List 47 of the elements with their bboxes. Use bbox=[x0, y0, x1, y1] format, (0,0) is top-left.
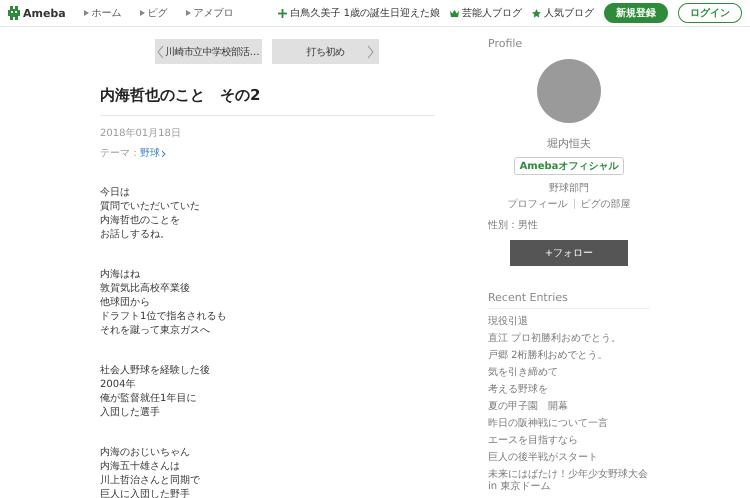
nav-link[interactable]: ピグ bbox=[148, 6, 168, 20]
recent-entry-link[interactable]: 直江 プロ初勝利おめでとう。 bbox=[488, 333, 650, 345]
profile-heading: Profile bbox=[488, 37, 524, 50]
theme-label: テーマ： bbox=[100, 147, 140, 160]
triangle-icon bbox=[84, 10, 89, 16]
recent-entry-link[interactable]: 気を引き締めて bbox=[488, 367, 650, 379]
chevron-left-icon bbox=[157, 44, 164, 58]
profile-category: 野球部門 bbox=[548, 182, 590, 195]
logo-icon[interactable] bbox=[8, 6, 20, 20]
profile-link[interactable]: ピグの部屋 bbox=[580, 197, 630, 211]
official-badge: Amebaオフィシャル bbox=[514, 157, 624, 175]
profile-link[interactable]: プロフィール bbox=[508, 197, 568, 211]
recent-entry-link[interactable]: 戸郷 2桁勝利おめでとう。 bbox=[488, 350, 650, 362]
article-paragraph: 社会人野球を経験した後 2004年 俺が監督就任1年目に 入団した選手 bbox=[100, 364, 211, 420]
chevron-right-icon bbox=[162, 150, 166, 156]
register-button[interactable]: 新規登録 bbox=[604, 3, 668, 23]
login-button[interactable]: ログイン bbox=[678, 3, 742, 23]
theme-link[interactable]: 野球 bbox=[140, 146, 166, 160]
recent-entry-link[interactable]: 昨日の阪神戦について一言 bbox=[488, 418, 650, 430]
article-paragraph: 今日は 質問でいただいていた 内海哲也のことを お話しするね。 bbox=[100, 186, 201, 242]
article-title: 内海哲也のこと その2 bbox=[100, 86, 435, 116]
chevron-right-icon bbox=[367, 45, 374, 59]
crown-icon bbox=[450, 8, 459, 18]
logo-text[interactable]: Ameba bbox=[23, 6, 66, 20]
header-link[interactable]: 白鳥久美子 1歳の誕生日迎えた娘 bbox=[290, 6, 440, 20]
next-entry-button[interactable]: 打ち初め bbox=[272, 39, 379, 64]
previous-entry-button[interactable]: 川崎市立中学校部活… bbox=[155, 39, 262, 64]
triangle-icon bbox=[140, 10, 145, 16]
article-date: 2018年01月18日 bbox=[100, 127, 182, 140]
recent-entry-link[interactable]: 考える野球を bbox=[488, 384, 650, 396]
recent-entry-link[interactable]: 現役引退 bbox=[488, 316, 650, 328]
article-paragraph: 内海はね 敦賀気比高校卒業後 他球団から ドラフト1位で指名されるも それを蹴って東京ガスへ bbox=[100, 268, 228, 338]
plus-icon bbox=[278, 8, 288, 18]
header-link[interactable]: 人気ブログ bbox=[544, 6, 594, 20]
recent-entry-link[interactable]: エースを目指すなら bbox=[488, 435, 650, 447]
recent-entry-link[interactable]: 夏の甲子園 開幕 bbox=[488, 401, 650, 413]
profile-name: 堀内恒夫 bbox=[546, 136, 592, 151]
follow-button[interactable]: +フォロー bbox=[510, 240, 628, 266]
header-link[interactable]: 芸能人ブログ bbox=[462, 6, 522, 20]
triangle-icon bbox=[186, 10, 191, 16]
recent-entry-link[interactable]: 未来にはばたけ！少年少女野球大会 in 東京ドーム bbox=[488, 469, 650, 493]
star-icon bbox=[532, 8, 541, 18]
nav-link[interactable]: ホーム bbox=[92, 6, 122, 20]
nav-link[interactable]: アメブロ bbox=[194, 6, 234, 20]
recent-entry-link[interactable]: 巨人の後半戦がスタート bbox=[488, 452, 650, 464]
recent-entries-heading: Recent Entries bbox=[488, 291, 650, 309]
profile-gender: 性別：男性 bbox=[488, 218, 539, 232]
